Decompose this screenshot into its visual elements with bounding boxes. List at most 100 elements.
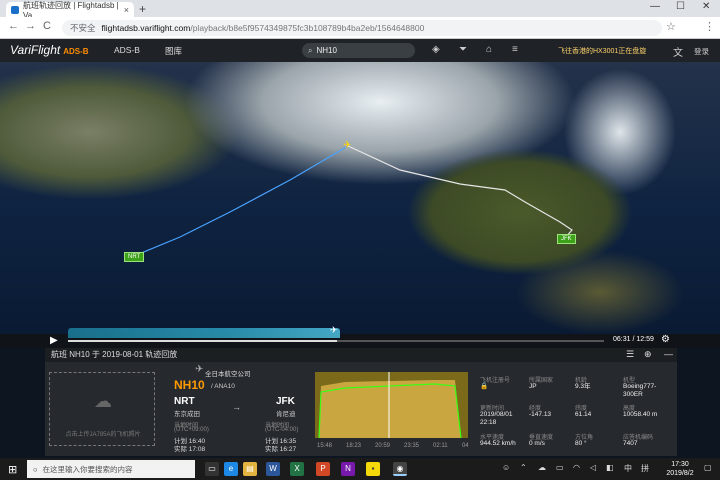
tray-up-icon[interactable]: ⌃	[520, 463, 527, 472]
browser-tabbar: 航班轨迹回放 | Flightadsb | Va... × + — ☐ ✕	[0, 0, 720, 20]
file-explorer-icon[interactable]: ▤	[243, 462, 257, 476]
clock-date: 2019/8/2	[666, 470, 694, 477]
collapse-icon[interactable]: —	[664, 349, 673, 359]
chart-time-axis: 15:48 18:23 20:59 23:35 02:11 04:47	[317, 443, 468, 449]
language-icon[interactable]: 文	[673, 44, 683, 59]
clock-time: 17:30	[671, 461, 689, 468]
airline-name: 全日本航空公司	[205, 371, 251, 378]
login-link[interactable]: 登录	[694, 46, 709, 57]
task-view-icon[interactable]: ▭	[205, 462, 219, 476]
field-value: 0 m/s	[529, 440, 545, 447]
field-value: 2019/08/01 22:18	[480, 411, 513, 426]
locate-icon[interactable]: ⊕	[644, 349, 652, 360]
photo-upload-area[interactable]: ☁ 点击上传JA785A的飞机照片	[49, 372, 155, 446]
origin-code: NRT	[174, 396, 195, 407]
playback-slider[interactable]	[68, 340, 604, 342]
bookmark-star-icon[interactable]: ☆	[666, 20, 676, 33]
close-window-icon[interactable]: ✕	[702, 1, 710, 12]
browser-tab[interactable]: 航班轨迹回放 | Flightadsb | Va... ×	[6, 1, 134, 20]
ime-mode-icon[interactable]: ◧	[606, 463, 614, 472]
url-path: /playback/b8e5f9574349875fc3b108789b4ba2…	[190, 23, 425, 33]
airline-logo-icon: ✈	[195, 364, 204, 375]
sticky-notes-icon[interactable]: ▪	[366, 462, 380, 476]
search-icon: ⌕	[308, 45, 313, 55]
word-icon[interactable]: W	[266, 462, 280, 476]
field-value: JP	[529, 383, 537, 390]
ime-language[interactable]: 中	[624, 463, 632, 474]
playback-plane-icon: ✈	[330, 325, 338, 335]
network-icon[interactable]: ◠	[573, 463, 580, 472]
flight-number: NH10	[174, 378, 205, 392]
photo-upload-text: 点击上传JA785A的飞机照片	[65, 432, 141, 438]
windows-taskbar: ⊞ ○ 在这里输入你要搜索的内容 ▭ e ▤ W X P N ▪ ◉ ☺ ⌃ ☁…	[0, 458, 720, 480]
dest-tz: (UTC-04:00)	[265, 427, 299, 433]
ime-extra-icon[interactable]: 拼	[641, 463, 649, 474]
search-value: NH10	[316, 46, 337, 55]
field-value: 944.52 km/h	[480, 440, 516, 447]
powerpoint-icon[interactable]: P	[316, 462, 330, 476]
chart-time-tick: 20:59	[375, 443, 391, 449]
windows-start-icon[interactable]: ⊞	[8, 463, 17, 476]
altitude-profile	[68, 328, 340, 338]
aircraft-icon[interactable]: ✈	[343, 140, 351, 151]
insecure-label: 不安全	[70, 23, 96, 33]
chart-time-tick: 23:35	[404, 443, 420, 449]
field-value: -147.13	[529, 411, 552, 418]
weather-icon[interactable]: ☁	[538, 463, 546, 472]
chart-time-tick: 04:47	[462, 443, 468, 449]
onenote-icon[interactable]: N	[341, 462, 355, 476]
tab-close-icon[interactable]: ×	[124, 5, 129, 15]
filter-icon[interactable]: ⏷	[459, 44, 467, 55]
browser-menu-icon[interactable]: ⋮	[704, 20, 715, 33]
panel-title: 航班 NH10 于 2019-08-01 轨迹回放	[45, 348, 677, 362]
nav-gallery[interactable]: 图库	[165, 45, 182, 57]
play-button[interactable]: ▶	[50, 335, 58, 346]
tag-icon[interactable]: ⌂	[486, 44, 492, 55]
logo[interactable]: VariFlight ADS-B	[10, 43, 89, 57]
gear-icon[interactable]: ⚙	[661, 334, 670, 345]
notice-ticker[interactable]: 飞往香港的HX3001正在盘旋	[558, 46, 646, 56]
reload-icon[interactable]: C	[43, 20, 51, 32]
field-value: 9.3年	[575, 383, 591, 390]
chrome-icon[interactable]: ◉	[393, 462, 407, 476]
maximize-icon[interactable]: ☐	[676, 1, 685, 12]
field-value: 80 °	[575, 440, 587, 447]
map-view[interactable]: NRT JFK ✈	[0, 62, 720, 334]
url-input[interactable]: 不安全 flightadsb.variflight.com /playback/…	[62, 20, 662, 36]
list-icon[interactable]: ☰	[626, 349, 634, 360]
back-icon[interactable]: ←	[8, 20, 19, 32]
layers-icon[interactable]: ◈	[432, 44, 440, 55]
dest-code: JFK	[276, 396, 295, 407]
search-icon: ○	[33, 464, 38, 474]
origin-name: 东京成田	[174, 411, 200, 418]
chart-time-tick: 02:11	[433, 443, 448, 449]
planned-route	[347, 145, 573, 239]
origin-tz: (UTC+09:00)	[174, 427, 209, 433]
excel-icon[interactable]: X	[290, 462, 304, 476]
chart-time-tick: 18:23	[346, 443, 362, 449]
edge-icon[interactable]: e	[224, 462, 238, 476]
origin-airport-marker[interactable]: NRT	[124, 252, 145, 262]
battery-icon[interactable]: ▭	[556, 463, 564, 472]
forward-icon[interactable]: →	[25, 20, 36, 32]
settings-sliders-icon[interactable]: ≡	[512, 44, 518, 55]
playback-progress	[68, 340, 338, 342]
dest-airport-marker[interactable]: JFK	[557, 234, 576, 244]
taskbar-search-input[interactable]: ○ 在这里输入你要搜索的内容	[27, 460, 195, 478]
app-header: VariFlight ADS-B ADS-B 图库 ⌕ NH10 ◈ ⏷ ⌂ ≡ …	[0, 39, 720, 62]
people-icon[interactable]: ☺	[502, 463, 510, 472]
dest-actual: 实际 16:27	[265, 446, 297, 453]
route-arrow: →	[232, 402, 241, 412]
flight-search-input[interactable]: ⌕ NH10	[302, 43, 415, 58]
volume-icon[interactable]: ◁	[590, 463, 596, 472]
new-tab-button[interactable]: +	[139, 2, 146, 16]
minimize-icon[interactable]: —	[650, 1, 660, 12]
taskbar-clock[interactable]: 17:30 2019/8/2	[660, 460, 700, 478]
nav-adsb[interactable]: ADS-B	[114, 45, 140, 55]
field-value: 10058.40 m	[623, 411, 658, 418]
flown-route	[133, 145, 349, 257]
origin-actual: 实际 17:08	[174, 446, 206, 453]
upload-cloud-icon: ☁	[94, 391, 112, 411]
notification-icon[interactable]: ▢	[704, 463, 712, 472]
dest-name: 肯尼迪	[276, 411, 296, 418]
